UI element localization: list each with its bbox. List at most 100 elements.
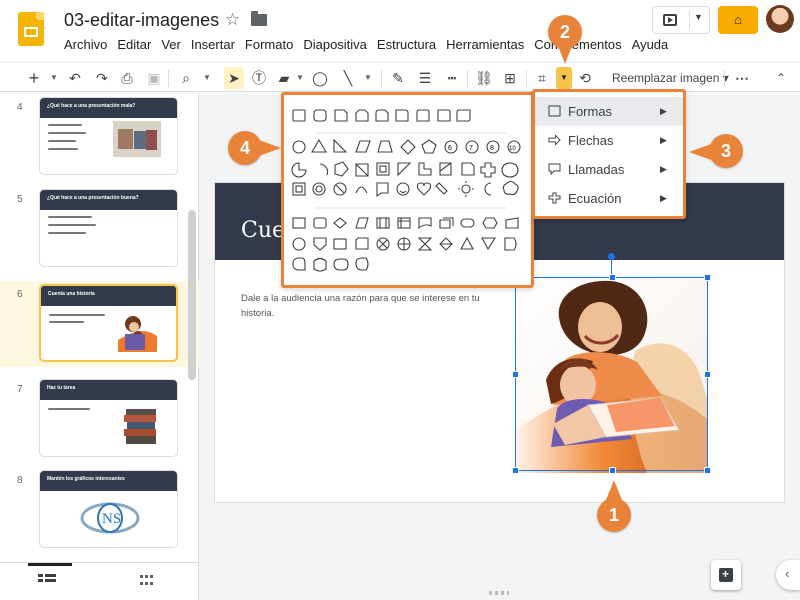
smiley-face-shape[interactable] <box>396 182 410 196</box>
plaque-shape[interactable] <box>461 162 475 176</box>
pentagon-shape[interactable] <box>421 139 437 154</box>
document-title[interactable]: 03-editar-imagenes <box>64 10 219 31</box>
add-dropdown-icon[interactable]: ▼ <box>50 67 58 89</box>
star-icon[interactable]: ☆ <box>225 10 240 30</box>
collate-shape[interactable] <box>417 237 433 251</box>
filmstrip-slide-4[interactable]: 4 ¿Qué hace a una presentación mala? <box>0 94 199 180</box>
lightning-shape[interactable] <box>435 182 448 195</box>
cross-shape[interactable] <box>480 162 496 178</box>
rounded-rectangle-shape[interactable] <box>313 109 327 122</box>
frame-shape[interactable] <box>355 163 369 177</box>
menu-diapositiva[interactable]: Diapositiva <box>303 37 372 55</box>
slide-thumbnail[interactable]: ¿Qué hace a una presentación buena? <box>39 189 178 267</box>
folder-icon[interactable] <box>251 11 267 26</box>
predefined-process-shape[interactable] <box>376 217 390 229</box>
add-icon[interactable]: + <box>27 67 41 89</box>
punched-tape-shape[interactable] <box>355 237 369 250</box>
side-panel-toggle[interactable]: ‹ <box>776 560 800 590</box>
menu-estructura[interactable]: Estructura <box>377 37 441 55</box>
border-dash-icon[interactable]: ┅ <box>443 67 461 89</box>
parallelogram-shape[interactable] <box>355 140 371 153</box>
resize-handle[interactable] <box>512 371 519 378</box>
speaker-notes-resize-handle[interactable] <box>489 591 509 595</box>
round-diagonal-shape[interactable] <box>456 109 471 122</box>
menu-ver[interactable]: Ver <box>161 37 186 55</box>
link-icon[interactable]: ⛓ <box>475 67 493 89</box>
filmstrip-slide-5[interactable]: 5 ¿Qué hace a una presentación buena? <box>0 186 199 272</box>
share-button[interactable]: ⌂ <box>718 6 758 34</box>
mask-image-button[interactable]: ▼ <box>556 67 572 89</box>
ellipse-shape[interactable] <box>292 140 306 154</box>
sun-shape[interactable] <box>461 184 471 194</box>
round-corner-shape[interactable] <box>395 109 409 122</box>
select-cursor-icon[interactable]: ➤ <box>224 67 244 89</box>
arc-shape[interactable] <box>319 163 329 176</box>
menu-formato[interactable]: Formato <box>245 37 298 55</box>
filmstrip-slide-6[interactable]: 6 Cuenta una historia <box>0 281 199 367</box>
card-shape[interactable] <box>333 238 347 250</box>
shape-icon[interactable]: ◯ <box>311 67 329 89</box>
snip-two-corner-shape[interactable] <box>355 109 369 122</box>
resize-handle[interactable] <box>512 467 519 474</box>
present-icon[interactable] <box>663 14 677 26</box>
round-single-corner-shape[interactable] <box>437 109 451 122</box>
text-box-icon[interactable]: Ⓣ <box>250 67 268 89</box>
zoom-icon[interactable]: ⌕ <box>177 67 195 89</box>
avatar[interactable] <box>766 5 794 33</box>
replace-image-button[interactable]: Reemplazar imagen ▾ <box>612 67 729 89</box>
filmstrip-slide-7[interactable]: 7 Haz tu tarea <box>0 376 199 462</box>
menu-herramientas[interactable]: Herramientas <box>446 37 529 55</box>
internal-storage-shape[interactable] <box>397 217 411 229</box>
right-triangle-shape[interactable] <box>333 138 348 153</box>
arrows-menu-item[interactable]: Flechas ▶ <box>535 126 683 155</box>
slide-thumbnail[interactable]: ¿Qué hace a una presentación mala? <box>39 97 178 175</box>
offpage-connector-shape[interactable] <box>313 237 327 251</box>
stored-data-shape[interactable] <box>504 237 517 251</box>
octagon-shape[interactable] <box>501 162 519 178</box>
grid-view-icon[interactable] <box>140 575 154 587</box>
line-icon[interactable]: ╲ <box>339 67 357 89</box>
explore-button[interactable] <box>711 560 741 590</box>
corner-shape[interactable] <box>397 162 412 177</box>
border-weight-icon[interactable]: ☰ <box>416 67 434 89</box>
magnetic-disk-shape[interactable] <box>313 257 327 272</box>
display-shape[interactable] <box>355 257 369 271</box>
menu-complementos[interactable]: Complementos <box>534 37 626 55</box>
multi-document-shape[interactable] <box>439 217 454 229</box>
collapse-toolbar-icon[interactable]: ⌃ <box>772 67 790 89</box>
moon-shape[interactable] <box>484 182 492 196</box>
redo-icon[interactable]: ↷ <box>93 67 111 89</box>
menu-insertar[interactable]: Insertar <box>191 37 240 55</box>
more-icon[interactable]: ⋯ <box>733 67 751 89</box>
comment-icon[interactable]: ⊞ <box>501 67 519 89</box>
slide-title[interactable]: Cue <box>241 218 285 243</box>
undo-icon[interactable]: ↶ <box>66 67 84 89</box>
image-selection-box[interactable] <box>512 274 711 474</box>
l-shape[interactable] <box>418 162 432 176</box>
connector-shape[interactable] <box>292 237 306 251</box>
donut-shape[interactable] <box>312 182 326 196</box>
resize-handle[interactable] <box>704 371 711 378</box>
image-dropdown-icon[interactable]: ▼ <box>296 67 304 89</box>
filmstrip-slide-8[interactable]: 8 Mantén los gráficos interesantes NS <box>0 467 199 553</box>
cloud-shape[interactable] <box>502 180 519 196</box>
sort-shape[interactable] <box>439 237 453 251</box>
pie-shape[interactable] <box>291 162 307 178</box>
trapezoid-shape[interactable] <box>377 140 393 153</box>
terminator-shape[interactable] <box>460 218 475 228</box>
equation-menu-item[interactable]: Ecuación ▶ <box>535 184 683 213</box>
print-icon[interactable]: ⎙ <box>118 67 136 89</box>
process-shape[interactable] <box>292 217 306 229</box>
triangle-shape[interactable] <box>311 138 327 153</box>
callouts-menu-item[interactable]: Llamadas ▶ <box>535 155 683 184</box>
preparation-shape[interactable] <box>482 217 498 229</box>
slide-thumbnail[interactable]: Cuenta una historia <box>39 284 178 362</box>
slide-body-text[interactable]: Dale a la audiencia una razón para que s… <box>241 291 481 321</box>
zoom-dropdown-icon[interactable]: ▼ <box>203 67 211 89</box>
slide-thumbnail[interactable]: Haz tu tarea <box>39 379 178 457</box>
heart-shape[interactable] <box>416 182 432 196</box>
decision-shape[interactable] <box>333 217 347 229</box>
menu-archivo[interactable]: Archivo <box>64 37 112 55</box>
reset-image-icon[interactable]: ⟲ <box>575 67 595 89</box>
line-dropdown-icon[interactable]: ▼ <box>364 67 372 89</box>
